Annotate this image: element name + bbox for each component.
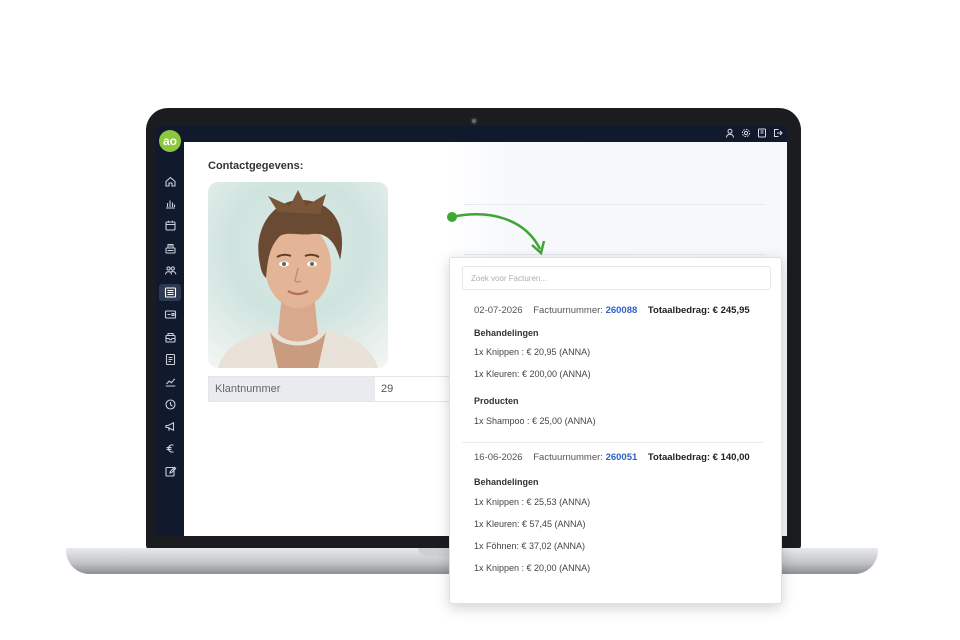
line-item: 1x Knippen : € 20,00 (ANNA) bbox=[474, 563, 591, 573]
invoice-number-link[interactable]: 260051 bbox=[606, 452, 638, 463]
active-indicator bbox=[159, 284, 181, 302]
home-icon bbox=[164, 176, 176, 187]
invoice-date: 02-07-2026 bbox=[474, 305, 523, 316]
line-item: 1x Kleuren: € 200,00 (ANNA) bbox=[474, 369, 591, 379]
euro-icon bbox=[166, 444, 174, 453]
sidebar-nav bbox=[156, 170, 184, 482]
clock-icon bbox=[164, 399, 176, 410]
sidebar-item-inbox[interactable] bbox=[156, 326, 184, 348]
sidebar-item-time[interactable] bbox=[156, 393, 184, 415]
line-item: 1x Shampoo : € 25,00 (ANNA) bbox=[474, 416, 596, 426]
invoice-card[interactable]: 16-06-2026 Factuurnummer: 260051 Totaalb… bbox=[462, 451, 771, 581]
app-logo[interactable]: ao bbox=[159, 130, 181, 152]
invoice-total-label: Totaalbedrag: bbox=[647, 305, 711, 316]
line-item: 1x Knippen : € 20,95 (ANNA) bbox=[474, 347, 591, 357]
invoice-total-value: € 245,95 bbox=[712, 305, 750, 316]
line-item: 1x Föhnen: € 37,02 (ANNA) bbox=[474, 541, 586, 551]
customers-icon bbox=[164, 266, 176, 275]
invoice-number-label: Factuurnummer: bbox=[533, 452, 603, 463]
callout-arrow bbox=[447, 212, 546, 256]
group-title-products: Producten bbox=[474, 396, 519, 406]
sidebar-item-invoices[interactable] bbox=[156, 281, 184, 303]
list-icon bbox=[164, 287, 176, 298]
logout-icon[interactable] bbox=[773, 128, 783, 138]
invoice-header: 16-06-2026 Factuurnummer: 260051 Totaalb… bbox=[474, 451, 750, 465]
invoice-search-input[interactable] bbox=[462, 266, 771, 290]
sidebar-item-reports[interactable] bbox=[156, 192, 184, 214]
customer-portrait bbox=[218, 190, 378, 368]
calendar-icon bbox=[164, 221, 176, 231]
user-icon[interactable] bbox=[725, 128, 735, 138]
settings-icon[interactable] bbox=[741, 128, 751, 138]
sidebar: ao bbox=[156, 126, 184, 536]
invoice-header: 02-07-2026 Factuurnummer: 260088 Totaalb… bbox=[474, 304, 750, 318]
sidebar-item-home[interactable] bbox=[156, 170, 184, 192]
invoice-popup: 02-07-2026 Factuurnummer: 260088 Totaalb… bbox=[449, 257, 782, 604]
trend-icon bbox=[165, 378, 175, 387]
book-icon[interactable] bbox=[757, 128, 767, 138]
customer-number-label: Klantnummer bbox=[209, 377, 375, 401]
invoice-number-link[interactable]: 260088 bbox=[606, 305, 638, 316]
invoice-card[interactable]: 02-07-2026 Factuurnummer: 260088 Totaalb… bbox=[462, 304, 771, 434]
customer-photo bbox=[208, 182, 388, 368]
register-icon bbox=[164, 243, 176, 254]
group-title-treatments: Behandelingen bbox=[474, 477, 539, 487]
laptop-camera bbox=[470, 117, 478, 125]
sidebar-item-finance[interactable] bbox=[156, 438, 184, 460]
sidebar-item-documents[interactable] bbox=[156, 348, 184, 370]
sidebar-item-edit[interactable] bbox=[156, 460, 184, 482]
invoice-total-value: € 140,00 bbox=[712, 452, 750, 463]
inbox-icon bbox=[164, 332, 176, 343]
bar-chart-icon bbox=[165, 200, 175, 209]
sidebar-item-customers[interactable] bbox=[156, 259, 184, 281]
sidebar-item-marketing[interactable] bbox=[156, 415, 184, 437]
sidebar-item-cards[interactable] bbox=[156, 304, 184, 326]
section-title: Contactgegevens: bbox=[208, 160, 304, 172]
line-item: 1x Knippen : € 25,53 (ANNA) bbox=[474, 497, 591, 507]
invoice-total-label: Totaalbedrag: bbox=[647, 452, 711, 463]
invoice-date: 16-06-2026 bbox=[474, 452, 523, 463]
stage: ao Contactgegevens: Klantnummer 29 Zoek … bbox=[0, 0, 960, 640]
line-item: 1x Kleuren: € 57,45 (ANNA) bbox=[474, 519, 586, 529]
group-title-treatments: Behandelingen bbox=[474, 328, 539, 338]
document-icon bbox=[165, 353, 175, 366]
customer-number-row: Klantnummer 29 bbox=[208, 376, 458, 402]
top-bar-icons bbox=[725, 128, 783, 138]
sidebar-item-trends[interactable] bbox=[156, 371, 184, 393]
top-bar bbox=[156, 126, 787, 142]
megaphone-icon bbox=[164, 421, 174, 432]
sidebar-item-calendar[interactable] bbox=[156, 215, 184, 237]
invoice-divider bbox=[462, 442, 763, 443]
invoice-number-label: Factuurnummer: bbox=[533, 305, 603, 316]
edit-icon bbox=[164, 466, 176, 477]
customer-number-value[interactable]: 29 bbox=[375, 377, 457, 401]
card-icon bbox=[164, 310, 176, 319]
sidebar-item-register[interactable] bbox=[156, 237, 184, 259]
